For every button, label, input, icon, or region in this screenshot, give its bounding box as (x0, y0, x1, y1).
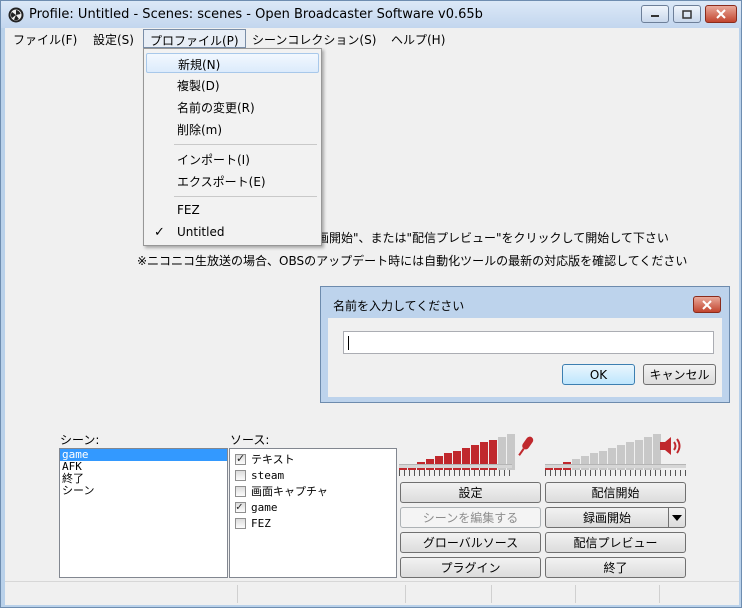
status-segment (491, 585, 492, 603)
start-stream-button[interactable]: 配信開始 (545, 482, 686, 503)
scenes-list[interactable]: game AFK 終了 シーン (59, 448, 228, 578)
window-title: Profile: Untitled - Scenes: scenes - Ope… (29, 7, 483, 22)
status-segment (575, 585, 576, 603)
ok-button[interactable]: OK (562, 364, 635, 385)
menu-file[interactable]: ファイル(F) (7, 29, 83, 48)
menu-item-import[interactable]: インポート(I) (146, 149, 319, 169)
microphone-icon[interactable] (513, 432, 537, 460)
exit-button[interactable]: 終了 (545, 557, 686, 578)
profile-menu-dropdown: 新規(N) 複製(D) 名前の変更(R) 削除(m) インポート(I) エクスポ… (143, 48, 322, 246)
source-checkbox[interactable] (235, 500, 246, 513)
source-item-label: FEZ (251, 516, 271, 530)
minimize-icon (651, 15, 659, 17)
menu-item-rename[interactable]: 名前の変更(R) (146, 97, 319, 117)
text-caret (348, 335, 349, 350)
source-item-screen-capture[interactable]: 画面キャプチャ (235, 483, 328, 499)
menu-help[interactable]: ヘルプ(H) (385, 29, 451, 48)
menu-settings[interactable]: 設定(S) (87, 29, 140, 48)
status-segment (659, 585, 660, 603)
obs-logo-icon (8, 7, 24, 23)
recording-dropdown-button[interactable] (668, 507, 686, 528)
cancel-button[interactable]: キャンセル (643, 364, 716, 385)
title-bar[interactable]: Profile: Untitled - Scenes: scenes - Ope… (1, 1, 741, 28)
status-segment (237, 585, 238, 603)
source-checkbox[interactable] (235, 485, 246, 497)
dialog-body: OK キャンセル (328, 318, 722, 397)
scenes-label: シーン: (60, 433, 100, 447)
sources-label: ソース: (230, 433, 270, 447)
checkmark-icon: ✓ (154, 225, 165, 240)
menu-item-profile-untitled[interactable]: ✓ Untitled (146, 223, 319, 243)
menu-item-new[interactable]: 新規(N) (146, 53, 319, 73)
close-button[interactable] (705, 5, 737, 23)
menu-item-label: Untitled (177, 225, 225, 239)
desktop-meter-ticks (545, 470, 686, 476)
source-item-label: steam (251, 468, 285, 482)
source-checkbox[interactable] (235, 469, 246, 481)
source-item-label: 画面キャプチャ (251, 485, 328, 498)
minimize-button[interactable] (641, 5, 669, 23)
sources-list[interactable]: テキスト steam 画面キャプチャ game FEZ (229, 448, 397, 578)
dialog-close-button[interactable] (693, 296, 721, 313)
status-bar (5, 581, 739, 605)
info-text-niconico: ※ニコニコ生放送の場合、OBSのアップデート時には自動化ツールの最新の対応版を確… (137, 254, 688, 268)
menu-separator (174, 196, 317, 197)
menu-item-profile-fez[interactable]: FEZ (146, 201, 319, 221)
source-item-text[interactable]: テキスト (235, 451, 295, 467)
menu-bar: ファイル(F) 設定(S) プロファイル(P) シーンコレクション(S) ヘルプ… (5, 28, 739, 49)
close-icon (716, 9, 726, 19)
menu-item-duplicate[interactable]: 複製(D) (146, 75, 319, 95)
start-recording-button[interactable]: 録画開始 (545, 507, 669, 528)
desktop-meter-track (545, 464, 686, 468)
settings-button[interactable]: 設定 (400, 482, 541, 503)
scene-item-afk[interactable]: AFK (60, 461, 227, 473)
name-input-field[interactable] (343, 331, 714, 354)
global-sources-button[interactable]: グローバルソース (400, 532, 541, 553)
source-item-label: テキスト (251, 453, 295, 466)
source-item-label: game (251, 500, 278, 514)
info-text-start: 画開始"、または"配信プレビュー"をクリックして開始して下さい (317, 231, 669, 245)
maximize-icon (682, 9, 692, 19)
scene-item-scene[interactable]: シーン (60, 485, 227, 497)
menu-separator (174, 144, 317, 145)
preview-stream-button[interactable]: 配信プレビュー (545, 532, 686, 553)
source-item-steam[interactable]: steam (235, 467, 284, 483)
dialog-title: 名前を入力してください (333, 299, 465, 313)
status-segment (405, 585, 406, 603)
close-icon (702, 299, 712, 310)
name-input-dialog: 名前を入力してください OK キャンセル (320, 286, 730, 403)
obs-main-window: Profile: Untitled - Scenes: scenes - Ope… (0, 0, 742, 608)
scene-item-game[interactable]: game (60, 449, 227, 461)
menu-scene-collection[interactable]: シーンコレクション(S) (246, 29, 382, 48)
plugins-button[interactable]: プラグイン (400, 557, 541, 578)
source-checkbox[interactable] (235, 517, 246, 529)
source-item-game[interactable]: game (235, 499, 278, 515)
mic-meter-track (399, 464, 512, 468)
source-item-fez[interactable]: FEZ (235, 515, 271, 531)
menu-item-export[interactable]: エクスポート(E) (146, 171, 319, 191)
menu-item-delete[interactable]: 削除(m) (146, 119, 319, 139)
maximize-button[interactable] (673, 5, 701, 23)
mic-meter-ticks (399, 470, 512, 476)
menu-profile[interactable]: プロファイル(P) (143, 29, 246, 48)
speaker-icon[interactable] (658, 434, 684, 458)
chevron-down-icon (672, 514, 682, 521)
edit-scene-button[interactable]: シーンを編集する (400, 507, 541, 528)
source-checkbox[interactable] (235, 452, 246, 465)
